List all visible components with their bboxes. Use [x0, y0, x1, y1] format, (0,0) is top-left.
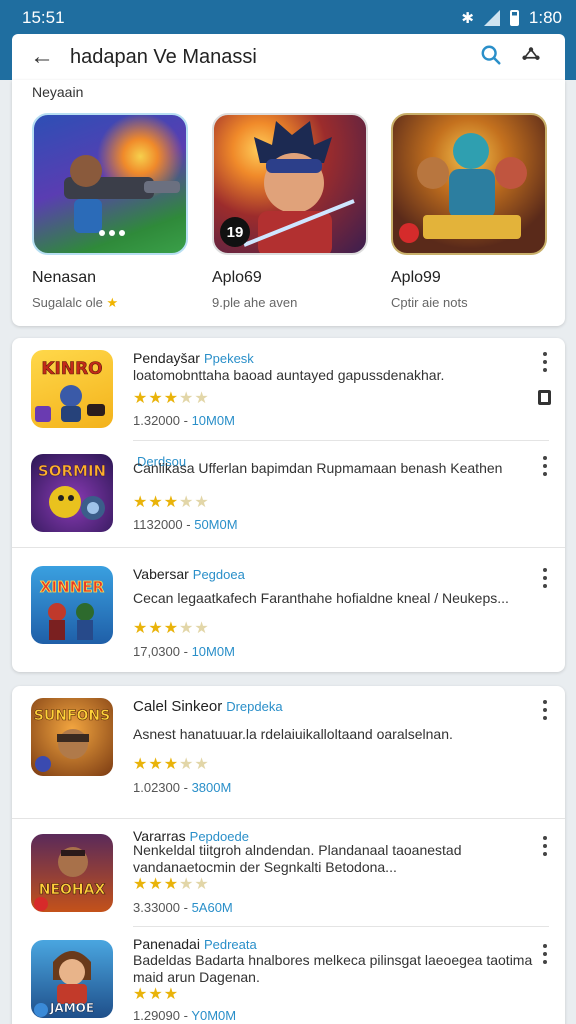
featured-item-sub: Cptir aie nots — [391, 295, 468, 310]
top-app-bar: ← hadapan Ve Manassi — [12, 34, 565, 80]
icon-title: NEOHAX — [39, 882, 106, 898]
rating-stars: ★★★ — [133, 986, 180, 1003]
app-list-card: KINRO Pendayšar Ppekesk loatomobnttaha ba… — [12, 338, 565, 672]
app-meta: 1132000 - 50M0M — [133, 517, 238, 532]
featured-item-sub: 9.ple ahe aven — [212, 295, 298, 310]
status-time: 15:51 — [22, 8, 65, 27]
sormin-game-icon: SORMIN — [31, 454, 113, 532]
icon-title: XINNER — [40, 578, 105, 596]
more-options-icon[interactable] — [539, 700, 551, 720]
more-options-icon[interactable] — [539, 568, 551, 588]
warrior-boy-art-icon: 19 — [212, 113, 368, 255]
list-item[interactable]: SUNFONS Calel Sinkeor Drepdeka Asnest han… — [12, 686, 565, 796]
icon-title: SUNFONS — [34, 708, 110, 724]
status-clock-right: 1:80 — [528, 8, 562, 27]
age-rating-badge: 19 — [220, 217, 250, 247]
star-icon: ★ — [106, 295, 119, 310]
app-name: Pendayšar Ppekesk — [133, 350, 254, 366]
app-meta: 1.32000 - 10M0M — [133, 413, 235, 428]
featured-item-name: Nenasan — [32, 269, 97, 286]
list-item[interactable]: SORMIN Derdsou Canlikasa Ufferlan bapimd… — [12, 442, 565, 552]
app-description: Badeldas Badarta hnalbores melkeca pilin… — [133, 952, 533, 985]
app-meta: 3.33000 - 5A60M — [133, 900, 233, 915]
featured-item-name: Aplo99 — [391, 269, 441, 286]
icon-title: SORMIN — [38, 462, 106, 480]
app-name: Panenadai Pedreata — [133, 936, 257, 952]
list-item[interactable]: KINRO Pendayšar Ppekesk loatomobnttaha ba… — [12, 338, 565, 448]
featured-item-name: Aplo69 — [212, 269, 262, 286]
blaster-hero-art-icon — [32, 113, 188, 255]
search-icon[interactable] — [471, 44, 511, 71]
row-divider — [12, 818, 565, 819]
app-description: loatomobnttaha baoad auntayed gapussdena… — [133, 367, 445, 383]
share-icon[interactable] — [511, 44, 551, 71]
list-item[interactable]: JAMOE Panenadai Pedreata Badeldas Badarta… — [12, 930, 565, 1024]
signal-icon — [483, 10, 500, 26]
app-description: Asnest hanatuuar.la rdelaiuikalloltaand … — [133, 726, 453, 742]
app-description: Nenkeldal tiitgroh alndendan. Plandanaal… — [133, 842, 462, 875]
battery-icon — [509, 10, 519, 26]
app-description: Canlikasa Ufferlan bapimdan Rupmamaan be… — [133, 460, 503, 476]
rating-stars: ★★★★★ — [133, 390, 210, 407]
page-title: hadapan Ve Manassi — [70, 45, 257, 68]
list-item[interactable]: NEOHAX Vararras Pepdoede Nenkeldal tiitgr… — [12, 822, 565, 932]
row-divider — [12, 547, 565, 548]
app-list-card: SUNFONS Calel Sinkeor Drepdeka Asnest han… — [12, 686, 565, 1024]
bookmark-icon[interactable] — [538, 390, 551, 405]
featured-section-title: Neyaain — [32, 84, 84, 100]
rating-stars: ★★★★★ — [133, 756, 210, 773]
app-name: Calel Sinkeor Drepdeka — [133, 698, 283, 715]
featured-item[interactable]: Aplo99 Cptir aie nots — [391, 113, 551, 310]
status-icons: ✱ 1:80 — [461, 8, 562, 28]
neohax-game-icon: NEOHAX — [31, 834, 113, 912]
more-options-icon[interactable] — [539, 944, 551, 964]
rating-stars: ★★★★★ — [133, 876, 210, 893]
app-meta: 1.02300 - 3800M — [133, 780, 232, 795]
row-divider — [133, 926, 549, 927]
icon-title: KINRO — [41, 359, 102, 379]
app-meta: 17,0300 - 10M0M — [133, 644, 235, 659]
team-heroes-art-icon — [391, 113, 547, 255]
featured-item-sub: Sugalalc ole ★ — [32, 295, 119, 310]
rating-stars: ★★★★★ — [133, 620, 210, 637]
featured-card: Neyaain Nenasan Sugalalc ole ★ 19 Aplo69… — [12, 80, 565, 326]
jamoe-game-icon: JAMOE — [31, 940, 113, 1018]
rating-stars: ★★★★★ — [133, 494, 210, 511]
app-name: Vabersar Pegdoea — [133, 566, 245, 582]
more-options-icon[interactable] — [539, 352, 551, 372]
back-arrow-icon[interactable]: ← — [30, 43, 66, 71]
list-item[interactable]: XINNER Vabersar Pegdoea Cecan legaatkafec… — [12, 554, 565, 664]
bluetooth-icon: ✱ — [461, 10, 474, 27]
status-bar: 15:51 ✱ 1:80 — [0, 0, 576, 36]
featured-item[interactable]: Nenasan Sugalalc ole ★ — [32, 113, 192, 311]
more-options-icon[interactable] — [539, 456, 551, 476]
featured-item[interactable]: 19 Aplo69 9.ple ahe aven — [212, 113, 372, 310]
row-divider — [133, 440, 549, 441]
icon-title: JAMOE — [49, 1001, 94, 1015]
kinro-game-icon: KINRO — [31, 350, 113, 428]
app-meta: 1.29090 - Y0M0M — [133, 1008, 237, 1023]
sunfons-game-icon: SUNFONS — [31, 698, 113, 776]
more-options-icon[interactable] — [539, 836, 551, 856]
app-description: Cecan legaatkafech Faranthahe hofialdne … — [133, 590, 509, 606]
xinner-game-icon: XINNER — [31, 566, 113, 644]
